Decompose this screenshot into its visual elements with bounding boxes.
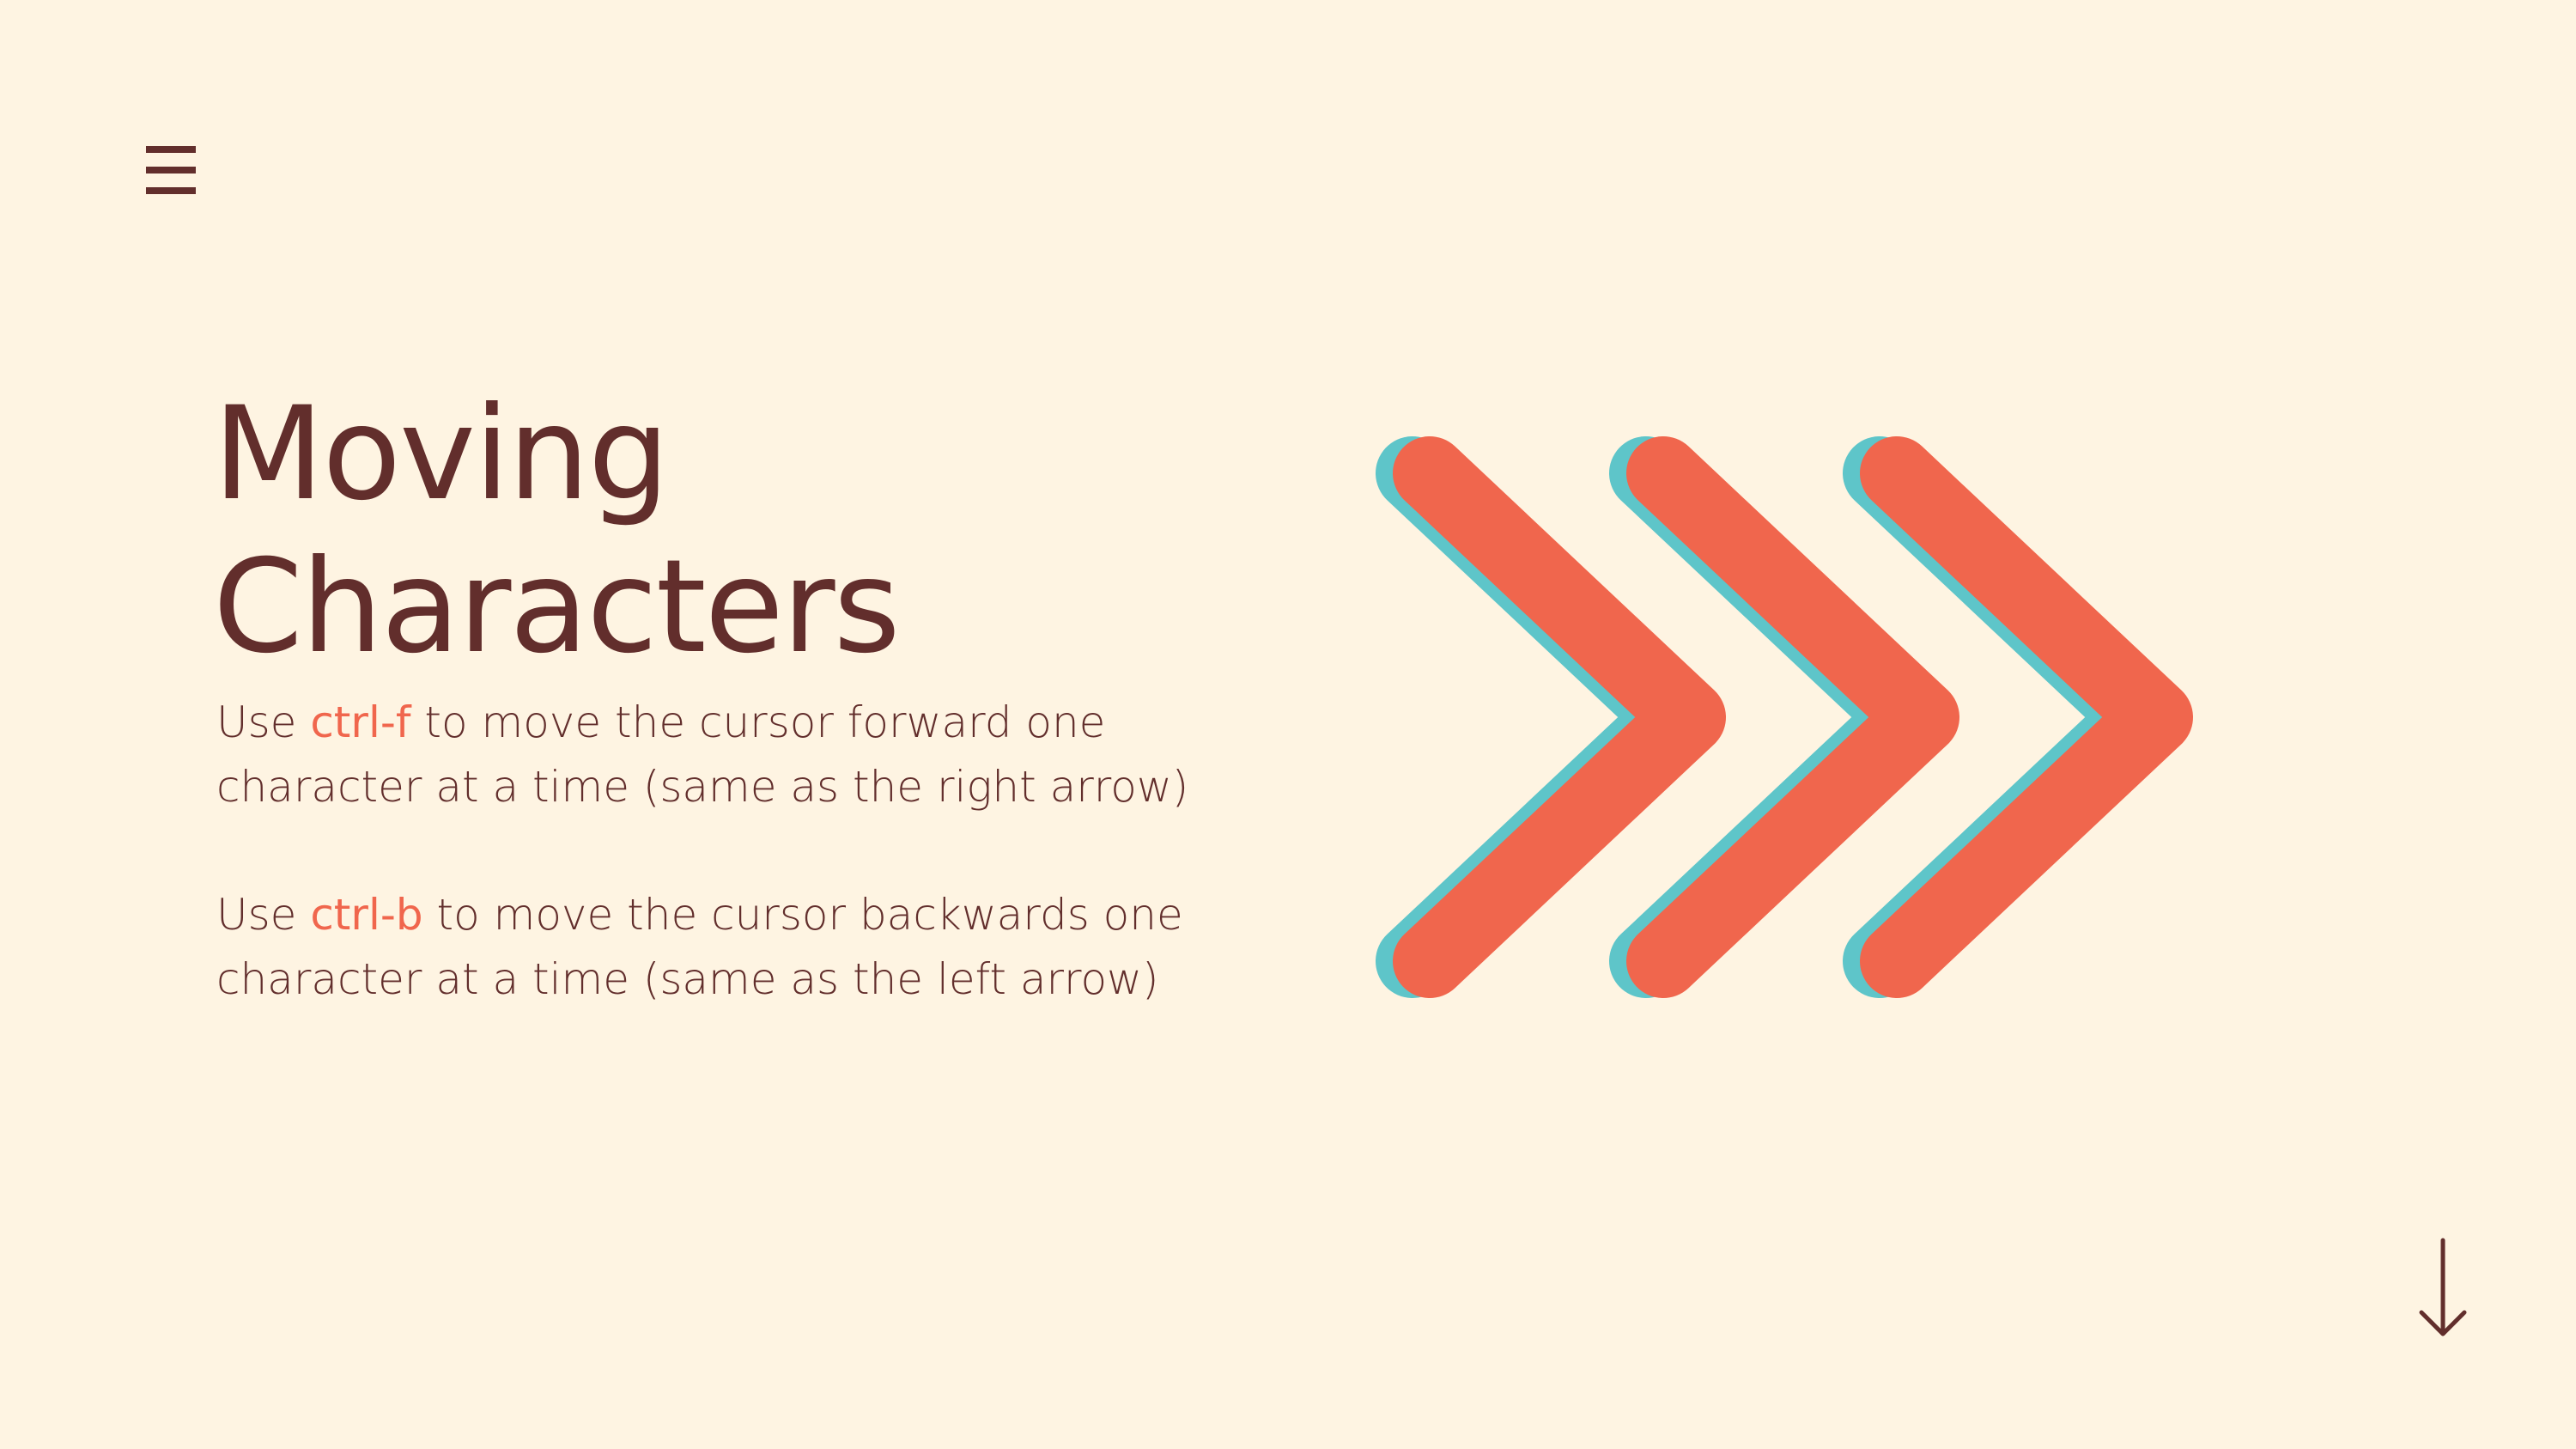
- menu-bar-bottom: [146, 187, 196, 194]
- shortcut-key: ctrl-b: [310, 890, 423, 940]
- shortcut-key: ctrl-f: [310, 697, 411, 747]
- paragraph-line: Use ctrl-b to move the cursor backwards …: [216, 883, 1247, 947]
- chevron-right-icon: [1376, 436, 1726, 998]
- title-line-2: Characters: [213, 533, 901, 682]
- triple-chevron-right-icon: [1376, 436, 2193, 998]
- paragraph-line-2: character at a time (same as the right a…: [216, 762, 1189, 812]
- paragraph-line: Use ctrl-f to move the cursor forward on…: [216, 691, 1247, 755]
- paragraph-ctrl-f: Use ctrl-f to move the cursor forward on…: [216, 691, 1247, 819]
- paragraph-ctrl-b: Use ctrl-b to move the cursor backwards …: [216, 883, 1247, 1012]
- paragraph-line-2: character at a time (same as the left ar…: [216, 954, 1159, 1004]
- text-prefix: Use: [216, 890, 311, 940]
- down-arrow-icon[interactable]: [2413, 1237, 2473, 1340]
- text-suffix: to move the cursor backwards one: [422, 890, 1183, 940]
- slide-title: Moving Characters: [213, 378, 1157, 684]
- text-prefix: Use: [216, 697, 311, 747]
- title-line-1: Moving: [213, 380, 670, 529]
- hamburger-menu-icon[interactable]: [143, 141, 199, 199]
- slide: Moving Characters Use ctrl-f to move the…: [0, 0, 2576, 1449]
- text-suffix: to move the cursor forward one: [410, 697, 1106, 747]
- menu-bar-top: [146, 146, 196, 153]
- menu-bar-middle: [146, 167, 196, 174]
